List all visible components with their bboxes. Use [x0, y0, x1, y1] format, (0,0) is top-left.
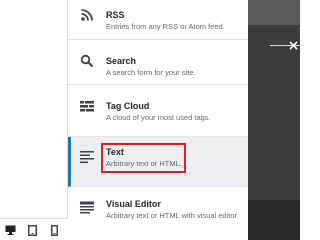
- search-icon: [80, 54, 94, 68]
- mobile-icon: [50, 224, 58, 236]
- preview-close-button[interactable]: [286, 38, 300, 52]
- close-icon: [288, 40, 298, 50]
- desktop-preview-button[interactable]: [3, 223, 17, 237]
- widget-description: A search form for your site.: [106, 68, 196, 77]
- tag-cloud-icon: [80, 101, 94, 112]
- tablet-preview-button[interactable]: [25, 223, 39, 237]
- highlight-annotation: [101, 143, 186, 173]
- widget-title: Tag Cloud: [106, 101, 150, 111]
- widget-description: Arbitrary text or HTML with visual edito…: [106, 211, 238, 220]
- widget-description: Entries from any RSS or Atom feed.: [106, 22, 225, 31]
- widget-title: Search: [106, 56, 137, 66]
- visual-editor-icon: [80, 201, 94, 214]
- customizer-sidebar: [0, 0, 68, 240]
- widget-description: A cloud of your most used tags.: [106, 113, 211, 122]
- desktop-icon: [5, 225, 15, 235]
- text-icon: [80, 151, 94, 163]
- preview-header: [248, 0, 300, 25]
- rss-icon: [81, 9, 93, 21]
- widget-title: RSS: [106, 10, 125, 20]
- device-preview-bar: [0, 218, 68, 240]
- widget-item-visual-editor[interactable]: Visual Editor Arbitrary text or HTML wit…: [68, 187, 248, 240]
- widget-item-tag-cloud[interactable]: Tag Cloud A cloud of your most used tags…: [68, 85, 248, 137]
- preview-footer: [248, 200, 300, 240]
- widget-item-rss[interactable]: RSS Entries from any RSS or Atom feed.: [68, 0, 248, 40]
- widget-title: Visual Editor: [106, 199, 161, 209]
- widget-item-search[interactable]: Search A search form for your site.: [68, 40, 248, 85]
- tablet-icon: [27, 224, 37, 236]
- available-widgets-panel: RSS Entries from any RSS or Atom feed. S…: [68, 0, 248, 240]
- mobile-preview-button[interactable]: [47, 223, 61, 237]
